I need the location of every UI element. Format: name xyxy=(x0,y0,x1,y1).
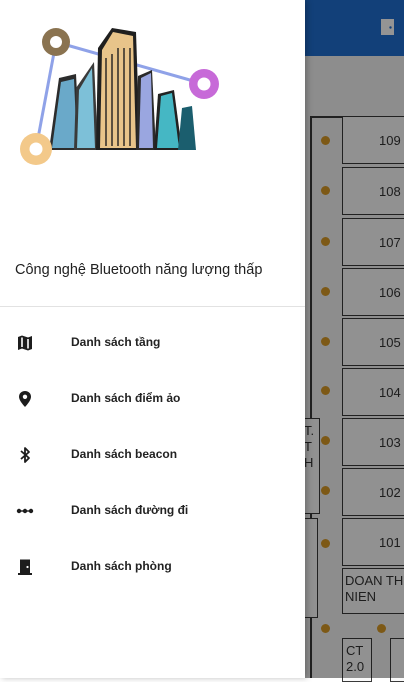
menu-item-label: Danh sách điểm ảo xyxy=(71,391,181,405)
drawer-header: Công nghệ Bluetooth năng lượng thấp xyxy=(0,0,305,307)
door-icon xyxy=(18,559,32,575)
navigation-drawer: Công nghệ Bluetooth năng lượng thấp Danh… xyxy=(0,0,305,678)
menu-item-label: Danh sách beacon xyxy=(71,447,178,461)
drawer-subtitle: Công nghệ Bluetooth năng lượng thấp xyxy=(15,262,263,278)
menu-item-floors[interactable]: Danh sách tầng xyxy=(0,314,305,370)
menu-item-label: Danh sách tầng xyxy=(71,335,161,349)
menu-item-rooms[interactable]: Danh sách phòng xyxy=(0,538,305,594)
menu-item-virtual-points[interactable]: Danh sách điểm ảo xyxy=(0,370,305,426)
dots-line-icon xyxy=(16,508,34,514)
location-pin-icon xyxy=(19,391,31,407)
menu-item-beacons[interactable]: Danh sách beacon xyxy=(0,426,305,482)
menu-item-paths[interactable]: Danh sách đường đi xyxy=(0,482,305,538)
menu-item-label: Danh sách đường đi xyxy=(71,503,189,517)
bluetooth-icon xyxy=(20,447,30,463)
city-buildings-logo xyxy=(20,28,219,165)
map-icon xyxy=(18,335,32,351)
menu-item-label: Danh sách phòng xyxy=(71,559,172,573)
